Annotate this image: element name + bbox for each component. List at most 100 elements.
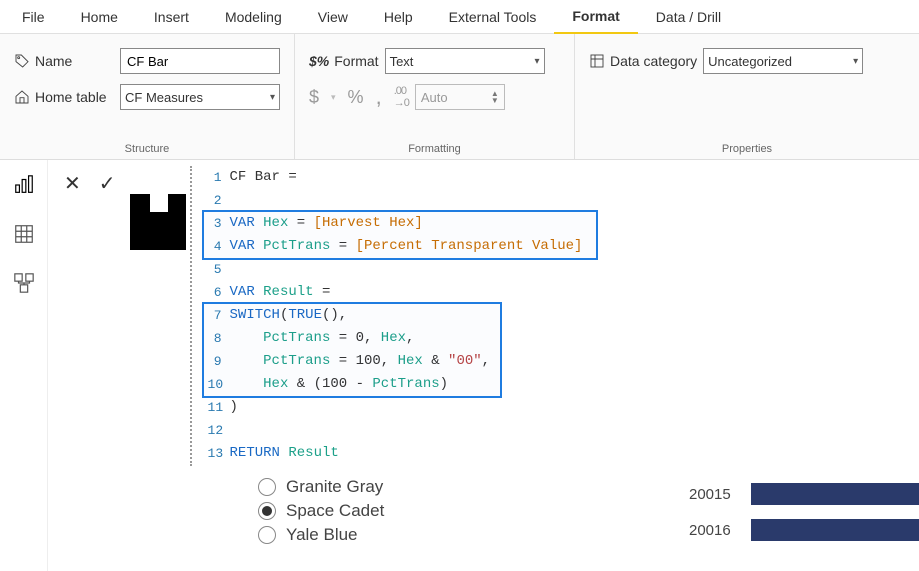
home-table-label: Home table <box>35 89 107 105</box>
radio-option[interactable]: Space Cadet <box>258 499 689 523</box>
chevron-down-icon: ▾ <box>331 93 336 101</box>
radio-label: Space Cadet <box>286 501 384 521</box>
comma-button[interactable]: , <box>376 84 382 110</box>
editor-line[interactable]: 8 PctTrans = 0, Hex, <box>208 327 583 350</box>
code-content[interactable]: VAR PctTrans = [Percent Transparent Valu… <box>230 235 583 258</box>
model-view-icon[interactable] <box>13 272 35 297</box>
line-number: 7 <box>208 304 230 327</box>
format-dropdown[interactable]: Text ▾ <box>385 48 545 74</box>
menu-file[interactable]: File <box>4 1 63 33</box>
menu-insert[interactable]: Insert <box>136 1 207 33</box>
editor-line[interactable]: 5 <box>208 258 583 281</box>
radio-option[interactable]: Yale Blue <box>258 523 689 547</box>
percent-button[interactable]: % <box>348 87 364 108</box>
editor-line[interactable]: 2 <box>208 189 583 212</box>
code-content[interactable]: RETURN Result <box>230 442 339 465</box>
line-number: 4 <box>208 235 230 258</box>
menu-modeling[interactable]: Modeling <box>207 1 300 33</box>
format-label: Format <box>334 53 378 69</box>
code-content[interactable]: ) <box>230 396 238 419</box>
editor-line[interactable]: 3VAR Hex = [Harvest Hex] <box>208 212 583 235</box>
home-table-dropdown[interactable]: CF Measures ▾ <box>120 84 280 110</box>
chevron-down-icon: ▾ <box>853 56 858 67</box>
code-content[interactable]: PctTrans = 0, Hex, <box>230 327 415 350</box>
menu-help[interactable]: Help <box>366 1 431 33</box>
line-number: 13 <box>208 442 230 465</box>
editor-line[interactable]: 13RETURN Result <box>208 442 583 465</box>
cancel-formula-button[interactable]: ✕ <box>58 169 87 198</box>
line-number: 9 <box>208 350 230 373</box>
radio-icon <box>258 502 276 520</box>
line-number: 3 <box>208 212 230 235</box>
decimal-places-spinner[interactable]: Auto ▲▼ <box>415 84 505 110</box>
home-table-icon <box>14 89 30 105</box>
currency-button[interactable]: $ <box>309 87 319 108</box>
format-prefix-icon: $% <box>309 53 329 69</box>
data-category-value: Uncategorized <box>708 54 792 69</box>
main-area: ✕ ✓ 1CF Bar =2 3VAR Hex = [Harvest Hex]4… <box>0 160 919 571</box>
formula-controls: ✕ ✓ <box>58 168 122 198</box>
ribbon: Name Home table CF Measures ▾ Structure <box>0 34 919 160</box>
commit-formula-button[interactable]: ✓ <box>93 169 122 198</box>
line-number: 6 <box>208 281 230 304</box>
ribbon-group-formatting: $% Format Text ▾ $ ▾ % , .00→0 Auto <box>295 34 575 159</box>
editor-line[interactable]: 12 <box>208 419 583 442</box>
menu-home[interactable]: Home <box>63 1 136 33</box>
radio-label: Granite Gray <box>286 477 383 497</box>
editor-line[interactable]: 6VAR Result = <box>208 281 583 304</box>
home-table-value: CF Measures <box>125 90 203 105</box>
structure-group-title: Structure <box>14 141 280 157</box>
editor-line[interactable]: 7SWITCH(TRUE(), <box>208 304 583 327</box>
data-category-icon <box>589 53 605 69</box>
editor-line[interactable]: 10 Hex & (100 - PctTrans) <box>208 373 583 396</box>
radio-icon <box>258 478 276 496</box>
menu-external-tools[interactable]: External Tools <box>431 1 555 33</box>
line-number: 12 <box>208 419 230 442</box>
data-category-label: Data category <box>610 53 697 69</box>
code-content[interactable]: CF Bar = <box>230 166 297 189</box>
editor-line[interactable]: 4VAR PctTrans = [Percent Transparent Val… <box>208 235 583 258</box>
format-value: Text <box>390 54 414 69</box>
menu-data-drill[interactable]: Data / Drill <box>638 1 739 33</box>
line-number: 5 <box>208 258 230 281</box>
bar-fill <box>751 519 919 541</box>
tag-icon <box>14 53 30 69</box>
spinner-down-icon[interactable]: ▼ <box>491 97 499 104</box>
code-content[interactable]: PctTrans = 100, Hex & "00", <box>230 350 491 373</box>
chevron-down-icon: ▾ <box>270 92 275 103</box>
side-rail <box>0 160 48 571</box>
code-content[interactable]: Hex & (100 - PctTrans) <box>230 373 449 396</box>
code-content[interactable] <box>230 189 238 212</box>
editor-line[interactable]: 9 PctTrans = 100, Hex & "00", <box>208 350 583 373</box>
name-input[interactable] <box>120 48 280 74</box>
bar-label: 20016 <box>689 522 739 539</box>
line-number: 10 <box>208 373 230 396</box>
formatting-group-title: Formatting <box>309 141 560 157</box>
radio-option[interactable]: Granite Gray <box>258 475 689 499</box>
line-number: 1 <box>208 166 230 189</box>
bar-fill <box>751 483 919 505</box>
menu-view[interactable]: View <box>300 1 366 33</box>
data-view-icon[interactable] <box>13 223 35 248</box>
menu-format[interactable]: Format <box>554 0 637 34</box>
report-view-icon[interactable] <box>13 174 35 199</box>
ribbon-group-properties: Data category Uncategorized ▾ Properties <box>575 34 919 159</box>
bottom-overlay: Granite Gray Space Cadet Yale Blue 20015 20… <box>218 471 919 571</box>
ribbon-group-structure: Name Home table CF Measures ▾ Structure <box>0 34 295 159</box>
code-content[interactable]: VAR Hex = [Harvest Hex] <box>230 212 423 235</box>
visual-thumbnail <box>130 194 186 250</box>
editor-line[interactable]: 1CF Bar = <box>208 166 583 189</box>
bar-label: 20015 <box>689 486 739 503</box>
radio-label: Yale Blue <box>286 525 358 545</box>
code-content[interactable] <box>230 419 238 442</box>
code-content[interactable]: SWITCH(TRUE(), <box>230 304 348 327</box>
decimal-button[interactable]: .00→0 <box>394 85 409 109</box>
code-content[interactable] <box>230 258 238 281</box>
data-category-dropdown[interactable]: Uncategorized ▾ <box>703 48 863 74</box>
code-content[interactable]: VAR Result = <box>230 281 331 304</box>
editor-line[interactable]: 11) <box>208 396 583 419</box>
spinner-value: Auto <box>421 90 448 105</box>
gutter-divider <box>190 166 192 466</box>
line-number: 8 <box>208 327 230 350</box>
bar-row: 20015 <box>689 483 919 505</box>
